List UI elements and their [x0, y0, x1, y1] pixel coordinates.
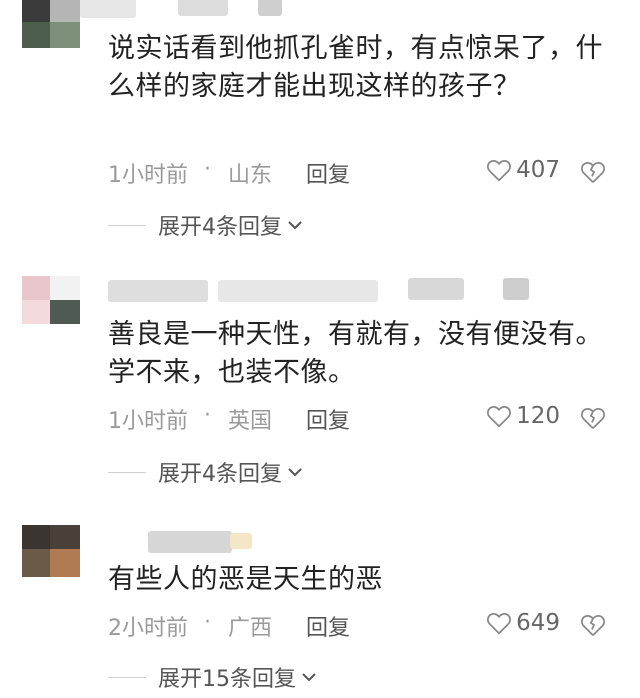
- heart-icon: [487, 613, 512, 635]
- comment-time: 1小时前: [108, 409, 188, 434]
- expand-label: 展开4条回复: [158, 462, 282, 487]
- avatar[interactable]: [22, 0, 80, 48]
- reply-button[interactable]: 回复: [306, 157, 350, 189]
- comment-2: 善良是一种天性，有就有，没有便没有。学不来，也装不像。 1小时前 · 英国 回复…: [0, 270, 640, 500]
- like-button[interactable]: 407: [486, 157, 560, 183]
- comment-3: 有些人的恶是天生的恶 2小时前 · 广西 回复 649 展开15条回复: [0, 515, 640, 698]
- avatar[interactable]: [22, 525, 80, 577]
- meta-separator: ·: [204, 157, 211, 182]
- divider-line: [108, 224, 146, 226]
- chevron-down-icon: [288, 221, 302, 230]
- reply-button[interactable]: 回复: [306, 610, 350, 642]
- comment-time: 2小时前: [108, 616, 188, 641]
- divider-line: [108, 471, 146, 473]
- expand-replies-button[interactable]: 展开4条回复: [108, 208, 304, 242]
- like-count: 407: [516, 157, 560, 183]
- like-count: 649: [516, 610, 560, 636]
- broken-heart-icon[interactable]: [580, 406, 606, 430]
- expand-replies-button[interactable]: 展开15条回复: [108, 660, 318, 694]
- comment-location: 广西: [228, 616, 273, 641]
- chevron-down-icon: [302, 673, 316, 682]
- comment-location: 英国: [228, 409, 273, 434]
- comment-1: 说实话看到他抓孔雀时，有点惊呆了，什么样的家庭才能出现这样的孩子？ 1小时前 ·…: [0, 0, 640, 250]
- expand-label: 展开15条回复: [158, 667, 296, 692]
- heart-icon: [487, 406, 512, 428]
- expand-replies-button[interactable]: 展开4条回复: [108, 455, 304, 489]
- meta-separator: ·: [204, 403, 211, 428]
- expand-label: 展开4条回复: [158, 215, 282, 240]
- reply-button[interactable]: 回复: [306, 403, 350, 435]
- divider-line: [108, 676, 146, 678]
- heart-icon: [487, 160, 512, 182]
- comment-text: 善良是一种天性，有就有，没有便没有。学不来，也装不像。: [108, 319, 603, 388]
- chevron-down-icon: [288, 468, 302, 477]
- comment-time: 1小时前: [108, 163, 188, 188]
- like-button[interactable]: 649: [486, 610, 560, 636]
- comment-text: 说实话看到他抓孔雀时，有点惊呆了，什么样的家庭才能出现这样的孩子？: [108, 33, 603, 102]
- like-button[interactable]: 120: [486, 403, 560, 429]
- comment-location: 山东: [228, 163, 273, 188]
- meta-separator: ·: [204, 610, 211, 635]
- broken-heart-icon[interactable]: [580, 613, 606, 637]
- like-count: 120: [516, 403, 560, 429]
- broken-heart-icon[interactable]: [580, 160, 606, 184]
- comment-text: 有些人的恶是天生的恶: [108, 564, 383, 595]
- avatar[interactable]: [22, 276, 80, 324]
